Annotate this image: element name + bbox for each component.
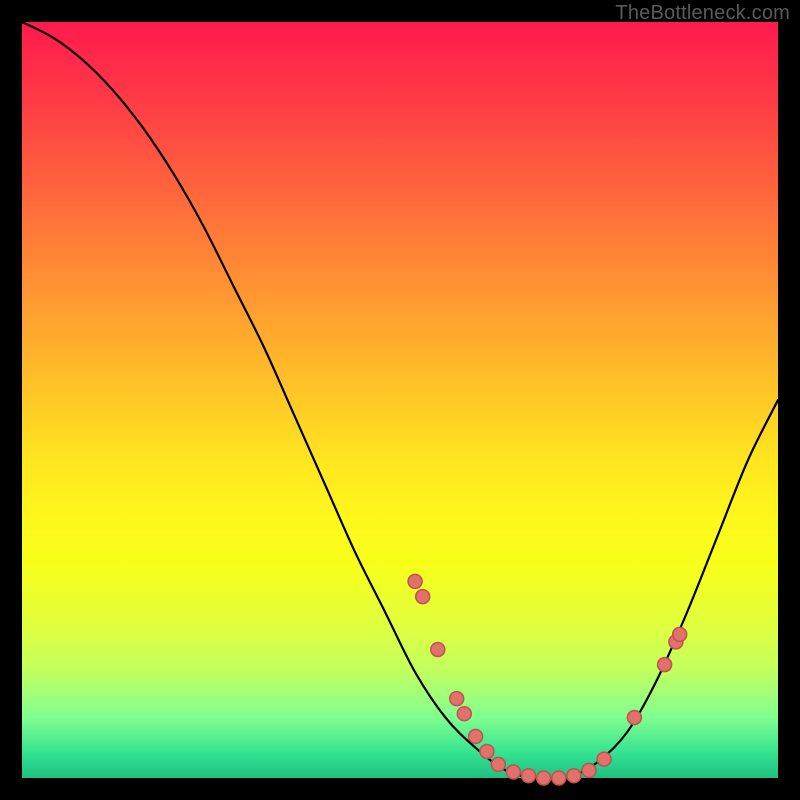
data-point bbox=[552, 771, 566, 785]
data-point bbox=[658, 658, 672, 672]
data-point bbox=[491, 757, 505, 771]
data-point bbox=[469, 729, 483, 743]
data-point bbox=[506, 765, 520, 779]
bottleneck-chart bbox=[22, 22, 778, 778]
data-point bbox=[416, 590, 430, 604]
data-point bbox=[627, 711, 641, 725]
data-point bbox=[567, 769, 581, 783]
data-point bbox=[522, 769, 536, 783]
data-point bbox=[408, 574, 422, 588]
data-point bbox=[597, 752, 611, 766]
data-point bbox=[582, 763, 596, 777]
data-point bbox=[450, 692, 464, 706]
data-point bbox=[480, 745, 494, 759]
data-point bbox=[431, 643, 445, 657]
data-point bbox=[537, 771, 551, 785]
data-markers bbox=[408, 574, 687, 785]
data-point bbox=[673, 627, 687, 641]
data-point bbox=[457, 707, 471, 721]
